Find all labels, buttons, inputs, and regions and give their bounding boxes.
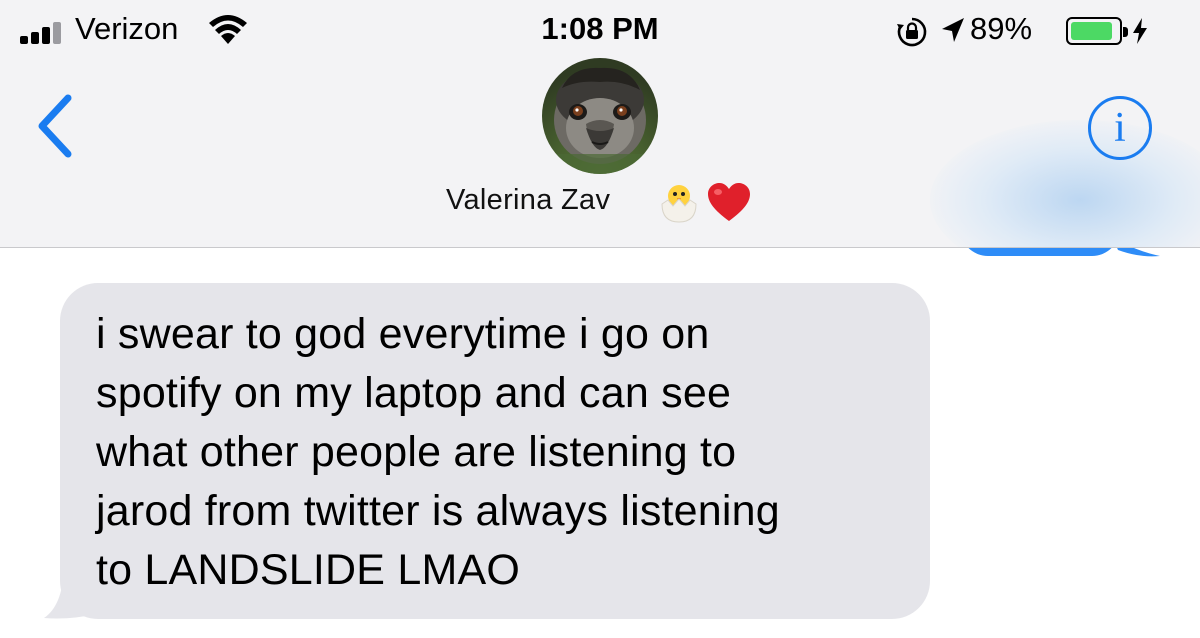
- battery-cap: [1123, 27, 1128, 37]
- conversation-header: Verizon 1:08 PM 89% Valerina Zav i: [0, 0, 1200, 248]
- back-chevron-icon[interactable]: [34, 94, 78, 158]
- contact-name[interactable]: Valerina Zav: [446, 184, 610, 217]
- orientation-lock-icon: [897, 17, 927, 47]
- red-heart-emoji: [708, 183, 750, 221]
- battery-percent: 89%: [970, 11, 1033, 46]
- battery-icon: [1066, 17, 1128, 45]
- charging-bolt-icon: [1133, 18, 1147, 44]
- messages-screen: Verizon 1:08 PM 89% Valerina Zav i i swe…: [0, 0, 1200, 638]
- incoming-bubble-tail: [44, 570, 96, 619]
- battery-fill: [1071, 22, 1112, 40]
- hatching-chick-emoji: [661, 185, 697, 223]
- header-glow: [930, 120, 1200, 247]
- message-text: i swear to god everytime i go on spotify…: [96, 310, 780, 594]
- location-arrow-icon: [942, 18, 964, 42]
- status-bar: Verizon 1:08 PM 89%: [0, 0, 1200, 60]
- contact-avatar[interactable]: [542, 58, 658, 174]
- incoming-message-bubble[interactable]: i swear to god everytime i go on spotify…: [60, 283, 930, 619]
- info-button[interactable]: i: [1088, 96, 1152, 160]
- info-icon: i: [1114, 105, 1126, 151]
- emu-photo: [542, 67, 658, 174]
